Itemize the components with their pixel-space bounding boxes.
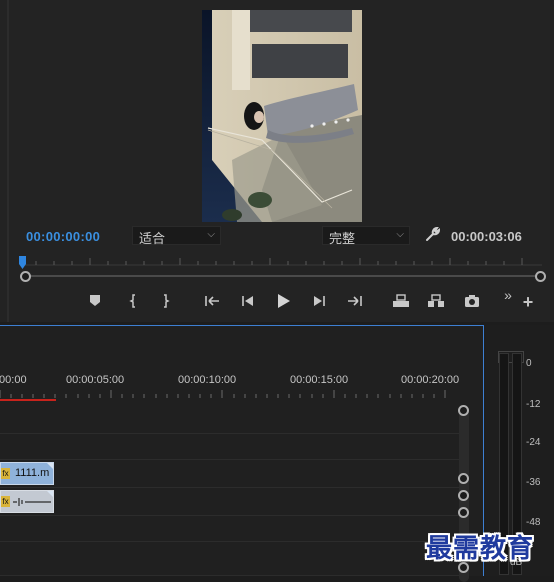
add-marker-button[interactable] (84, 290, 106, 312)
chevron-down-icon: ⌵ (207, 229, 215, 240)
play-icon (278, 294, 290, 308)
timeline-ruler[interactable]: :00:00 00:00:05:00 00:00:10:00 00:00:15:… (0, 372, 460, 402)
track-a2[interactable] (0, 516, 460, 542)
program-video-frame[interactable] (202, 10, 362, 222)
duration-timecode: 00:00:03:06 (451, 229, 522, 244)
go-to-out-button[interactable] (344, 290, 366, 312)
more-controls-icon[interactable]: » (497, 284, 519, 306)
extract-button[interactable] (424, 290, 446, 312)
track-a1[interactable]: fx (0, 488, 460, 516)
playback-quality-dropdown[interactable]: 完整 ⌵ (322, 226, 410, 246)
transport-controls: » + (0, 287, 554, 314)
mark-out-icon (164, 294, 170, 308)
step-back-button[interactable] (236, 290, 258, 312)
lift-button[interactable] (389, 290, 411, 312)
monitor-playhead[interactable] (19, 256, 26, 269)
timeline-panel[interactable]: :00:00 00:00:05:00 00:00:10:00 00:00:15:… (0, 325, 484, 582)
scroll-handle[interactable] (458, 490, 469, 501)
marker-icon (90, 295, 100, 306)
fx-badge: fx (1, 496, 10, 507)
track-v3[interactable] (0, 406, 460, 434)
scroll-handle[interactable] (458, 473, 469, 484)
fit-dropdown[interactable]: 适合 ⌵ (132, 226, 221, 246)
meter-scale-label: -24 (526, 437, 541, 448)
clip-corner-mark (47, 463, 53, 469)
scroll-handle[interactable] (458, 507, 469, 518)
mark-out-button[interactable] (155, 290, 177, 312)
export-frame-button[interactable] (461, 290, 483, 312)
meter-scale-label: -12 (526, 399, 541, 410)
monitor-zoom-end-handle[interactable] (535, 271, 546, 282)
monitor-time-ruler[interactable] (18, 252, 546, 282)
panel-divider (7, 0, 9, 322)
monitor-zoom-start-handle[interactable] (20, 271, 31, 282)
step-forward-button[interactable] (309, 290, 331, 312)
step-forward-icon (314, 296, 325, 306)
mark-in-icon (129, 294, 135, 308)
chevron-down-icon: ⌵ (396, 229, 404, 240)
quality-dropdown-value: 完整 (329, 231, 356, 246)
program-monitor: 00:00:00:00 适合 ⌵ 完整 ⌵ 00:00:03:06 » + (0, 0, 554, 322)
scroll-handle-top[interactable] (458, 405, 469, 416)
step-back-icon (242, 296, 253, 306)
timeline-render-bar (0, 399, 56, 401)
track-v2[interactable] (0, 434, 460, 460)
track-a3[interactable] (0, 542, 460, 576)
go-to-in-icon (205, 296, 219, 306)
clip-corner-mark (47, 491, 53, 497)
monitor-timecode-bar: 00:00:00:00 适合 ⌵ 完整 ⌵ 00:00:03:06 (0, 226, 554, 246)
fx-badge: fx (1, 468, 10, 479)
go-to-in-button[interactable] (201, 290, 223, 312)
wrench-icon[interactable] (424, 226, 441, 242)
clip-name: 1111.m (15, 467, 50, 479)
mark-in-button[interactable] (122, 290, 144, 312)
meter-scale-label: -36 (526, 477, 541, 488)
fit-dropdown-value: 适合 (139, 231, 166, 246)
current-timecode[interactable]: 00:00:00:00 (26, 229, 100, 244)
audio-waveform (13, 498, 51, 506)
lift-icon (393, 294, 409, 307)
watermark-logo: 最需教育 (426, 534, 535, 564)
meter-scale-label: -48 (526, 517, 541, 528)
extract-icon (428, 294, 444, 307)
camera-icon (465, 295, 479, 307)
go-to-out-icon (348, 296, 362, 306)
add-button-icon[interactable]: + (517, 291, 539, 313)
video-clip[interactable]: fx 1111.m (0, 462, 54, 485)
track-v1[interactable]: fx 1111.m (0, 460, 460, 488)
audio-clip[interactable]: fx (0, 490, 54, 513)
play-button[interactable] (272, 290, 294, 312)
meter-scale-label: 0 (526, 358, 532, 369)
